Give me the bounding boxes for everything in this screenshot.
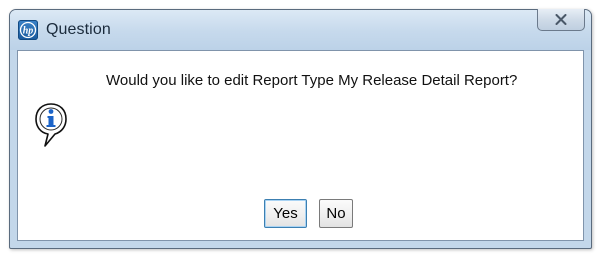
dialog-content: Would you like to edit Report Type My Re…	[17, 50, 584, 241]
yes-button[interactable]: Yes	[264, 199, 307, 228]
svg-text:hp: hp	[23, 26, 34, 37]
window-title: Question	[46, 21, 111, 38]
hp-logo-icon: hp	[18, 20, 38, 40]
dialog-message: Would you like to edit Report Type My Re…	[106, 72, 518, 89]
question-dialog-window: hp Question Would you like to edit Repor…	[9, 9, 592, 249]
title-bar[interactable]: hp Question	[10, 9, 591, 50]
info-icon	[34, 102, 68, 153]
no-button[interactable]: No	[319, 199, 353, 228]
close-button[interactable]	[537, 9, 585, 31]
